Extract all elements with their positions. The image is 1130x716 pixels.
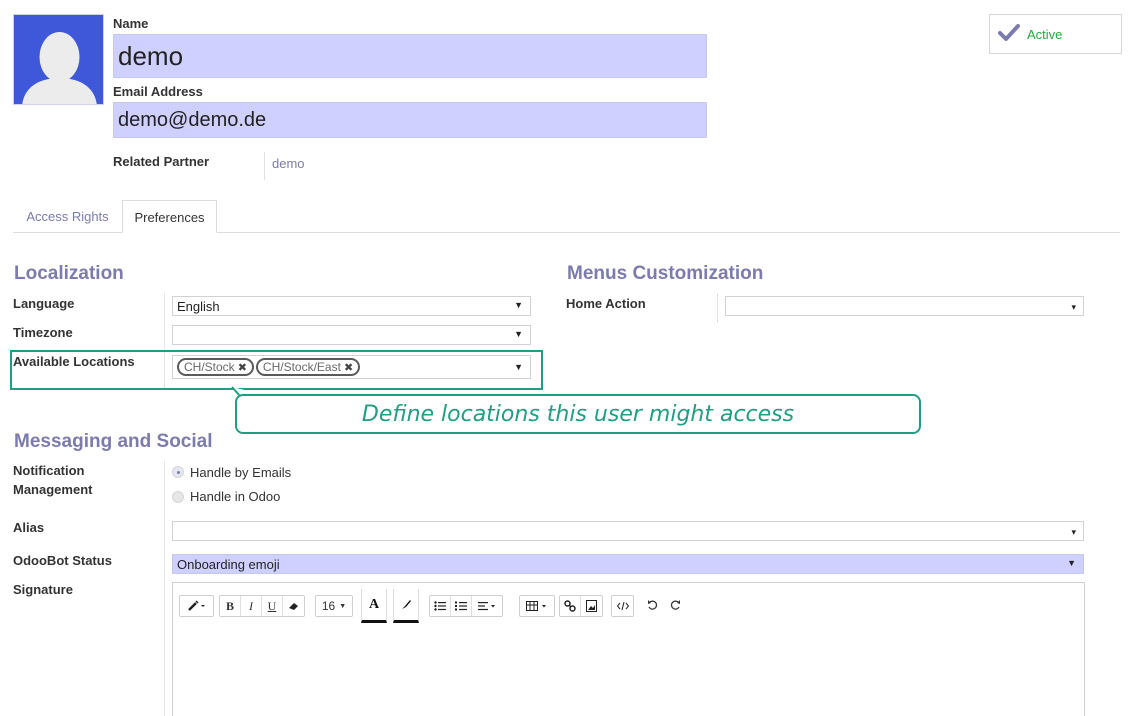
unordered-list-icon[interactable] — [430, 596, 451, 616]
active-toggle-button[interactable]: Active — [989, 14, 1122, 54]
email-input[interactable]: demo@demo.de — [113, 102, 707, 138]
font-size-value: 16 — [321, 599, 336, 613]
dropdown-caret-icon: ▼ — [1067, 558, 1076, 568]
user-avatar[interactable] — [13, 14, 104, 105]
toolbar-font-group: B I U — [219, 595, 305, 617]
paint-brush-icon[interactable] — [393, 589, 419, 623]
table-icon — [520, 596, 554, 616]
messaging-title: Messaging and Social — [14, 431, 213, 452]
radio-handle-in-odoo[interactable] — [172, 491, 184, 503]
related-partner-link[interactable]: demo — [272, 156, 305, 171]
underline-button[interactable]: U — [262, 596, 283, 616]
signature-label: Signature — [13, 582, 73, 597]
dropdown-caret-icon: ▾ — [1071, 302, 1076, 312]
toolbar-style-group — [179, 595, 214, 617]
ordered-list-icon[interactable] — [451, 596, 472, 616]
code-icon — [612, 596, 633, 616]
alias-label: Alias — [13, 520, 45, 535]
language-label: Language — [13, 296, 75, 311]
undo-icon[interactable] — [647, 599, 659, 614]
avatar-silhouette-icon — [14, 15, 103, 104]
highlight-frame — [10, 350, 543, 390]
odoobot-status-select[interactable]: Onboarding emoji ▼ — [172, 554, 1084, 574]
menus-divider — [717, 293, 718, 323]
email-label: Email Address — [113, 84, 203, 99]
odoobot-status-label: OdooBot Status — [13, 553, 112, 568]
active-label: Active — [1027, 27, 1063, 42]
bold-button[interactable]: B — [220, 596, 241, 616]
callout-tooltip: Define locations this user might access — [235, 394, 921, 434]
name-input[interactable]: demo — [113, 34, 707, 78]
dropdown-caret-icon: ▾ — [1071, 527, 1076, 537]
option-handle-in-odoo-label: Handle in Odoo — [190, 489, 281, 504]
tab-access-rights[interactable]: Access Rights — [13, 200, 122, 233]
dropdown-caret-icon: ▼ — [514, 300, 523, 310]
check-icon — [998, 24, 1020, 45]
home-action-label: Home Action — [566, 296, 646, 311]
odoobot-status-value: Onboarding emoji — [177, 557, 280, 572]
home-action-select[interactable]: ▾ — [725, 296, 1084, 316]
magic-wand-icon[interactable] — [180, 596, 213, 616]
redo-icon[interactable] — [669, 599, 681, 614]
messaging-divider — [164, 461, 165, 716]
alias-select[interactable]: ▾ — [172, 521, 1084, 541]
align-dropdown-icon[interactable] — [472, 596, 502, 616]
font-color-button[interactable]: A — [361, 589, 387, 623]
notification-management-label: Notification Management — [13, 463, 93, 497]
caret-down-icon: ▼ — [339, 602, 347, 610]
font-size-dropdown[interactable]: 16 ▼ — [315, 595, 353, 617]
language-select[interactable]: English ▼ — [172, 296, 531, 316]
tab-preferences[interactable]: Preferences — [122, 200, 217, 233]
related-partner-label: Related Partner — [113, 154, 210, 169]
option-handle-by-emails-label: Handle by Emails — [190, 465, 292, 480]
timezone-select[interactable]: ▼ — [172, 325, 531, 345]
timezone-label: Timezone — [13, 325, 73, 340]
signature-editor[interactable]: B I U 16 ▼ A — [172, 582, 1085, 716]
menus-customization-title: Menus Customization — [567, 263, 764, 284]
italic-button[interactable]: I — [241, 596, 262, 616]
radio-handle-by-emails[interactable] — [172, 466, 184, 478]
name-label: Name — [113, 16, 149, 31]
code-view-button[interactable] — [611, 595, 634, 617]
image-icon[interactable] — [581, 596, 602, 616]
field-divider — [264, 152, 265, 180]
link-icon[interactable] — [560, 596, 581, 616]
dropdown-caret-icon: ▼ — [514, 329, 523, 339]
localization-title: Localization — [14, 263, 124, 284]
eraser-icon[interactable] — [283, 596, 304, 616]
table-dropdown[interactable] — [519, 595, 555, 617]
toolbar-insert-group — [559, 595, 603, 617]
language-value: English — [177, 299, 220, 314]
toolbar-paragraph-group — [429, 595, 503, 617]
